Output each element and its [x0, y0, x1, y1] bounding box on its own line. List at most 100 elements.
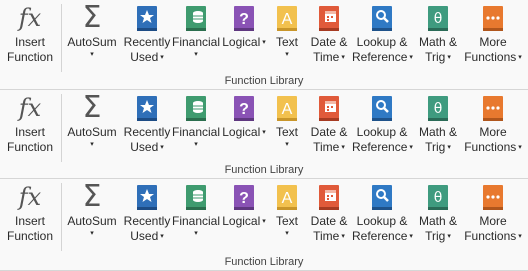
logical-button[interactable]: ? Logical ▾	[222, 182, 266, 229]
text-chevron-down-icon: ▾	[285, 51, 289, 58]
more-functions-ellipsis-book-icon	[483, 6, 503, 31]
lookup-reference-label-line1: Lookup &	[356, 125, 408, 139]
text-button[interactable]: A Text ▾	[270, 93, 304, 150]
math-trig-chevron-down-icon: ▾	[447, 233, 451, 240]
recently-used-button[interactable]: Recently Used ▾	[122, 3, 172, 65]
sigma-icon: Σ	[82, 179, 102, 214]
insert-function-label-line1: Insert	[14, 35, 45, 49]
text-button[interactable]: A Text ▾	[270, 182, 304, 239]
financial-chevron-down-icon: ▾	[194, 141, 198, 148]
date-time-button[interactable]: Date & Time ▾	[306, 93, 352, 155]
svg-text:θ: θ	[434, 101, 443, 117]
lookup-reference-magnifier-book-icon	[372, 96, 392, 121]
math-trig-label-line1: Math &	[418, 214, 457, 228]
lookup-reference-label-line1: Lookup &	[356, 35, 408, 49]
lookup-reference-magnifier-book-icon	[372, 185, 392, 210]
math-trig-button[interactable]: θ Math & Trig ▾	[414, 93, 462, 155]
logical-chevron-down-icon: ▾	[262, 218, 266, 225]
svg-text:A: A	[282, 101, 293, 118]
financial-coins-book-icon	[186, 6, 206, 31]
text-button[interactable]: A Text ▾	[270, 3, 304, 60]
autosum-chevron-down-icon: ▾	[90, 230, 94, 237]
math-trig-button[interactable]: θ Math & Trig ▾	[414, 182, 462, 244]
financial-button[interactable]: Financial ▾	[172, 93, 220, 150]
recently-used-label-line1: Recently	[123, 214, 171, 228]
logical-label: Logical ▾	[222, 125, 266, 139]
insert-function-button[interactable]: fx Insert Function	[4, 93, 56, 155]
date-time-label-line2: Time ▾	[313, 140, 345, 154]
svg-text:?: ?	[239, 101, 249, 118]
math-trig-button[interactable]: θ Math & Trig ▾	[414, 3, 462, 65]
financial-coins-book-icon	[186, 185, 206, 210]
insert-function-label-line2: Function	[6, 229, 54, 243]
lookup-reference-button[interactable]: Lookup & Reference ▾	[352, 3, 413, 65]
more-functions-chevron-down-icon: ▾	[518, 144, 522, 151]
more-functions-label-line1: More	[479, 125, 507, 139]
date-time-label-line1: Date &	[310, 35, 348, 49]
svg-text:A: A	[282, 11, 293, 28]
more-functions-button[interactable]: More Functions ▾	[462, 3, 524, 65]
lookup-reference-button[interactable]: Lookup & Reference ▾	[352, 182, 413, 244]
autosum-label: AutoSum	[67, 35, 117, 49]
lookup-reference-label-line1: Lookup &	[356, 214, 408, 228]
date-time-button[interactable]: Date & Time ▾	[306, 3, 352, 65]
autosum-button[interactable]: Σ AutoSum ▾	[66, 3, 118, 60]
recently-used-star-book-icon	[137, 6, 157, 31]
autosum-label: AutoSum	[67, 214, 117, 228]
recently-used-chevron-down-icon: ▾	[160, 233, 164, 240]
text-letter-book-icon: A	[277, 96, 297, 121]
math-trig-chevron-down-icon: ▾	[447, 54, 451, 61]
svg-text:?: ?	[239, 190, 249, 207]
fx-icon: fx	[18, 183, 42, 211]
function-library-group: fx Insert Function Σ AutoSum ▾ Recently …	[0, 0, 528, 90]
logical-button[interactable]: ? Logical ▾	[222, 93, 266, 140]
lookup-reference-chevron-down-icon: ▾	[409, 54, 413, 61]
date-time-calendar-book-icon	[319, 185, 339, 210]
financial-button[interactable]: Financial ▾	[172, 3, 220, 60]
more-functions-ellipsis-book-icon	[483, 96, 503, 121]
logical-chevron-down-icon: ▾	[262, 129, 266, 136]
logical-chevron-down-icon: ▾	[262, 39, 266, 46]
logical-button[interactable]: ? Logical ▾	[222, 3, 266, 50]
group-separator	[61, 94, 62, 162]
function-library-group: fx Insert Function Σ AutoSum ▾ Recently …	[0, 179, 528, 271]
svg-text:A: A	[282, 190, 293, 207]
text-label: Text	[275, 35, 298, 49]
math-trig-label-line2: Trig ▾	[425, 50, 451, 64]
recently-used-label-line2: Used ▾	[130, 229, 164, 243]
date-time-calendar-book-icon	[319, 96, 339, 121]
svg-text:θ: θ	[434, 190, 443, 206]
recently-used-button[interactable]: Recently Used ▾	[122, 182, 172, 244]
date-time-chevron-down-icon: ▾	[341, 233, 345, 240]
more-functions-button[interactable]: More Functions ▾	[462, 93, 524, 155]
function-library-group: fx Insert Function Σ AutoSum ▾ Recently …	[0, 90, 528, 179]
more-functions-button[interactable]: More Functions ▾	[462, 182, 524, 244]
date-time-chevron-down-icon: ▾	[341, 144, 345, 151]
insert-function-button[interactable]: fx Insert Function	[4, 182, 56, 244]
date-time-button[interactable]: Date & Time ▾	[306, 182, 352, 244]
lookup-reference-button[interactable]: Lookup & Reference ▾	[352, 93, 413, 155]
recently-used-label-line1: Recently	[123, 35, 171, 49]
insert-function-button[interactable]: fx Insert Function	[4, 3, 56, 65]
recently-used-label-line1: Recently	[123, 125, 171, 139]
autosum-button[interactable]: Σ AutoSum ▾	[66, 182, 118, 239]
date-time-calendar-book-icon	[319, 6, 339, 31]
math-trig-label-line1: Math &	[418, 35, 457, 49]
autosum-button[interactable]: Σ AutoSum ▾	[66, 93, 118, 150]
financial-coins-book-icon	[186, 96, 206, 121]
svg-text:?: ?	[239, 11, 249, 28]
financial-button[interactable]: Financial ▾	[172, 182, 220, 239]
financial-label: Financial	[172, 35, 221, 49]
more-functions-label-line2: Functions ▾	[464, 50, 522, 64]
recently-used-button[interactable]: Recently Used ▾	[122, 93, 172, 155]
more-functions-chevron-down-icon: ▾	[518, 233, 522, 240]
text-chevron-down-icon: ▾	[285, 230, 289, 237]
insert-function-label-line1: Insert	[14, 214, 45, 228]
date-time-chevron-down-icon: ▾	[341, 54, 345, 61]
date-time-label-line2: Time ▾	[313, 229, 345, 243]
recently-used-label-line2: Used ▾	[130, 140, 164, 154]
text-label: Text	[275, 125, 298, 139]
math-trig-theta-book-icon: θ	[428, 6, 448, 31]
more-functions-chevron-down-icon: ▾	[518, 54, 522, 61]
math-trig-chevron-down-icon: ▾	[447, 144, 451, 151]
